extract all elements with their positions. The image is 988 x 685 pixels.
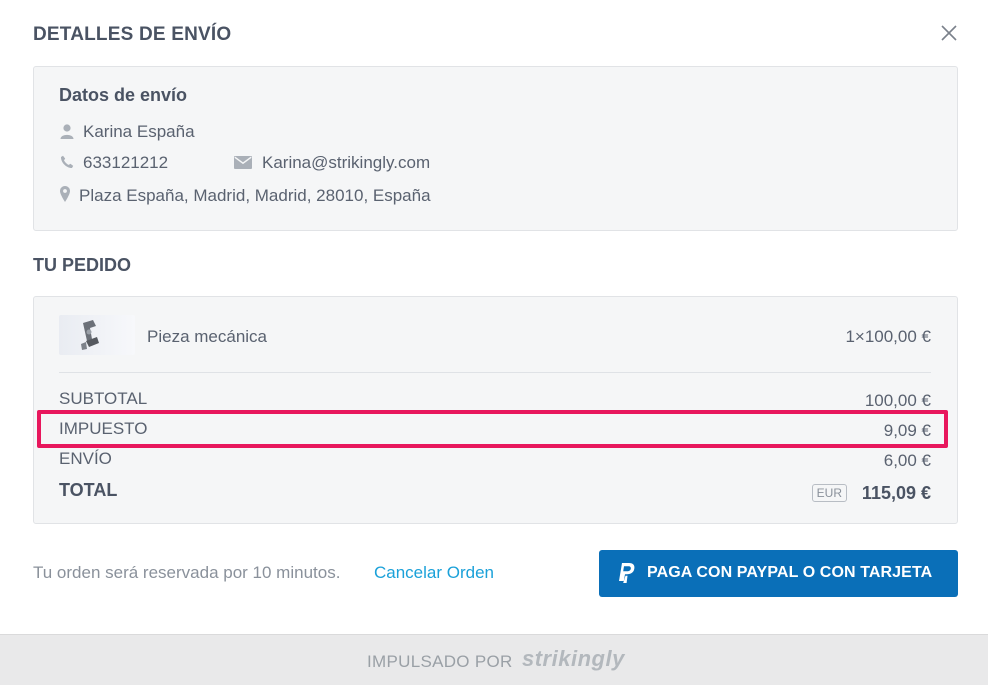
close-icon[interactable] — [938, 22, 960, 44]
reservation-note: Tu orden será reservada por 10 minutos. — [33, 563, 341, 582]
subtotal-label: SUBTOTAL — [59, 389, 148, 408]
product-name: Pieza mecánica — [147, 327, 268, 346]
product-thumbnail — [59, 315, 135, 355]
user-icon — [60, 124, 74, 144]
powered-by-text: IMPULSADO POR — [367, 652, 513, 671]
map-pin-icon — [60, 186, 70, 207]
shipping-cost-label: ENVÍO — [59, 449, 112, 468]
shipping-details-modal: DETALLES DE ENVÍO Datos de envío Karina … — [0, 0, 988, 634]
subtotal-value: 100,00 € — [864, 391, 931, 410]
phone-icon — [60, 155, 74, 174]
envelope-icon — [234, 156, 252, 174]
order-section-title: TU PEDIDO — [33, 255, 132, 275]
customer-phone: 633121212 — [83, 153, 169, 172]
product-price: 1×100,00 € — [845, 327, 931, 346]
shipping-data-panel: Datos de envío Karina España 633121212 K… — [33, 66, 958, 231]
shipping-cost-value: 6,00 € — [883, 451, 931, 470]
strikingly-logo[interactable]: strikingly — [522, 646, 625, 672]
footer: IMPULSADO POR strikingly — [0, 634, 988, 685]
pay-button-label: PAGA CON PAYPAL O CON TARJETA — [647, 564, 933, 581]
currency-badge: EUR — [811, 484, 847, 502]
customer-name: Karina España — [83, 122, 195, 141]
pay-with-paypal-button[interactable]: PAGA CON PAYPAL O CON TARJETA — [599, 550, 958, 597]
tax-row-highlight — [37, 410, 948, 448]
total-value: 115,09 € — [861, 483, 931, 503]
modal-title: DETALLES DE ENVÍO — [33, 24, 232, 45]
paypal-icon — [618, 563, 636, 589]
cancel-order-link[interactable]: Cancelar Orden — [374, 563, 494, 583]
customer-email: Karina@strikingly.com — [262, 153, 431, 172]
shipping-data-heading: Datos de envío — [59, 85, 188, 105]
customer-address: Plaza España, Madrid, Madrid, 28010, Esp… — [79, 186, 431, 205]
total-label: TOTAL — [59, 480, 118, 500]
divider — [59, 372, 931, 373]
